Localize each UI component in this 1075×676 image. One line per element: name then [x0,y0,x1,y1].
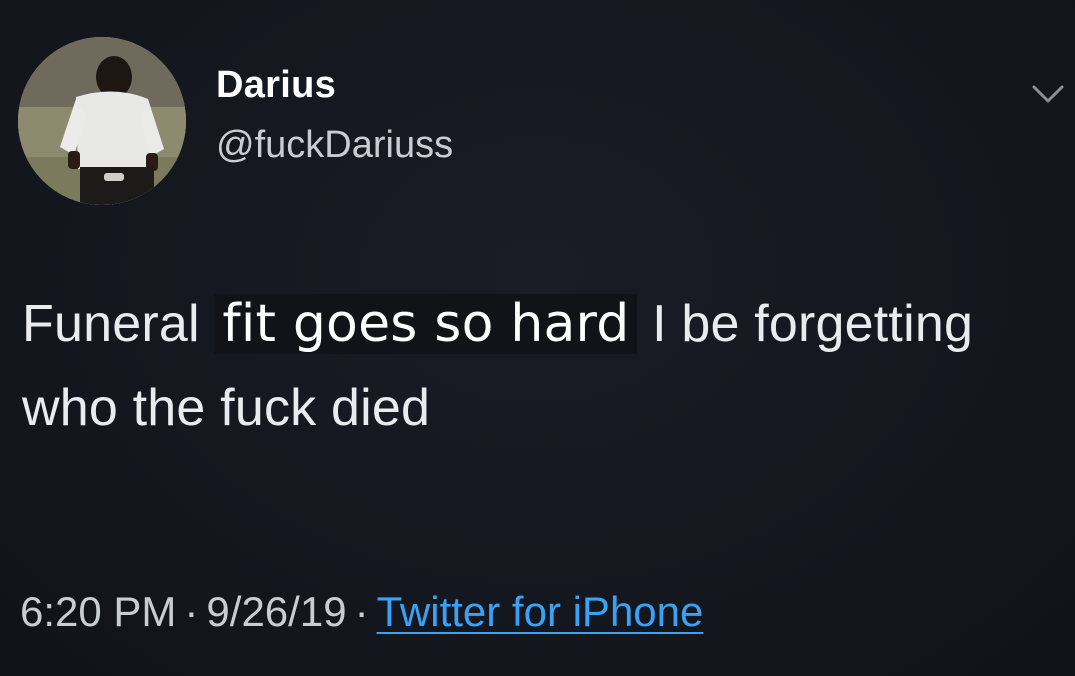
tweet-card: Darius @fuckDariuss Funeral fit goes so … [0,0,1075,676]
tweet-text-overlay: fit goes so hard [214,294,638,354]
display-name[interactable]: Darius [216,64,336,107]
tweet-text-part: Funeral [22,295,200,353]
separator: · [184,588,199,635]
chevron-down-icon[interactable] [1030,82,1066,106]
tweet-source-link[interactable]: Twitter for iPhone [377,588,704,635]
tweet-time: 6:20 PM [20,588,177,635]
tweet-body: Funeral fit goes so hard I be forgetting… [22,282,1052,450]
tweet-meta: 6:20 PM · 9/26/19 · Twitter for iPhone [20,588,703,636]
username-handle[interactable]: @fuckDariuss [216,124,453,167]
profile-photo-icon [18,37,186,205]
tweet-date: 9/26/19 [206,588,347,635]
avatar[interactable] [18,37,186,205]
separator: · [354,588,369,635]
